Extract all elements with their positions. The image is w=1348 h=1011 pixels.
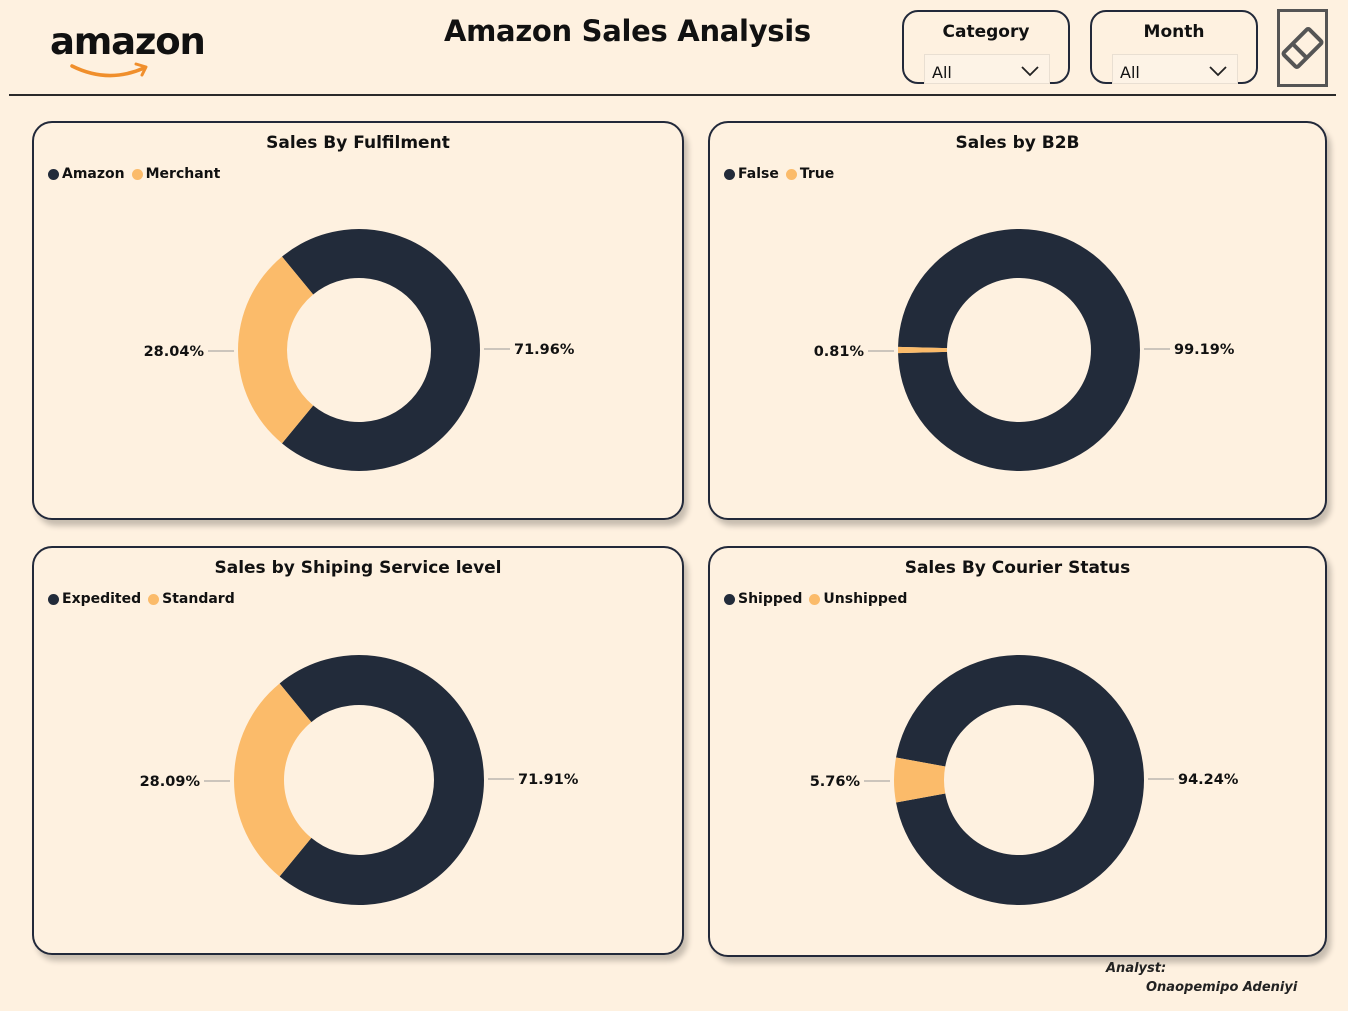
- b2b-donut: 99.19% 0.81%: [814, 229, 1235, 471]
- donut-slice-expedited[interactable]: [279, 655, 484, 905]
- category-dropdown[interactable]: All: [924, 54, 1050, 84]
- category-slicer-label: Category: [942, 22, 1030, 42]
- data-label: 71.91%: [518, 772, 579, 788]
- clear-filters-button[interactable]: [1277, 9, 1328, 87]
- category-slicer: Category All: [902, 10, 1070, 84]
- shipping-service-chart-card: Sales by Shiping Service level Expedited…: [32, 546, 684, 955]
- analyst-label: Analyst:: [1106, 961, 1167, 976]
- donut-slice-standard[interactable]: [234, 683, 312, 877]
- logo-smile-icon: [70, 62, 148, 78]
- month-dropdown-value: All: [1120, 63, 1140, 82]
- fulfilment-donut: 71.96% 28.04%: [144, 229, 575, 471]
- b2b-chart-card: Sales by B2B False True 99.19% 0.81%: [708, 121, 1327, 520]
- eraser-icon: [1281, 27, 1324, 69]
- month-dropdown[interactable]: All: [1112, 54, 1238, 84]
- data-label: 5.76%: [810, 774, 861, 790]
- shipping-service-donut: 71.91% 28.09%: [140, 655, 579, 905]
- data-label: 94.24%: [1178, 772, 1239, 788]
- month-slicer: Month All: [1090, 10, 1258, 84]
- analyst-name: Onaopemipo Adeniyi: [1146, 980, 1298, 995]
- donut-slice-amazon[interactable]: [281, 229, 481, 471]
- month-slicer-label: Month: [1143, 22, 1205, 42]
- category-dropdown-value: All: [932, 63, 952, 82]
- courier-status-chart-card: Sales By Courier Status Shipped Unshippe…: [708, 546, 1327, 957]
- courier-status-donut: 94.24% 5.76%: [810, 655, 1239, 905]
- donut-slice-merchant[interactable]: [238, 256, 314, 444]
- header-divider: [9, 94, 1336, 96]
- chevron-down-icon: [1021, 66, 1039, 77]
- data-label: 28.09%: [140, 774, 201, 790]
- amazon-logo: amazon: [48, 18, 206, 80]
- data-label: 99.19%: [1174, 342, 1235, 358]
- chevron-down-icon: [1209, 66, 1227, 77]
- fulfilment-chart-card: Sales By Fulfilment Amazon Merchant 71.9…: [32, 121, 684, 520]
- data-label: 0.81%: [814, 344, 865, 360]
- data-label: 71.96%: [514, 342, 575, 358]
- data-label: 28.04%: [144, 344, 205, 360]
- page-title: Amazon Sales Analysis: [444, 14, 811, 48]
